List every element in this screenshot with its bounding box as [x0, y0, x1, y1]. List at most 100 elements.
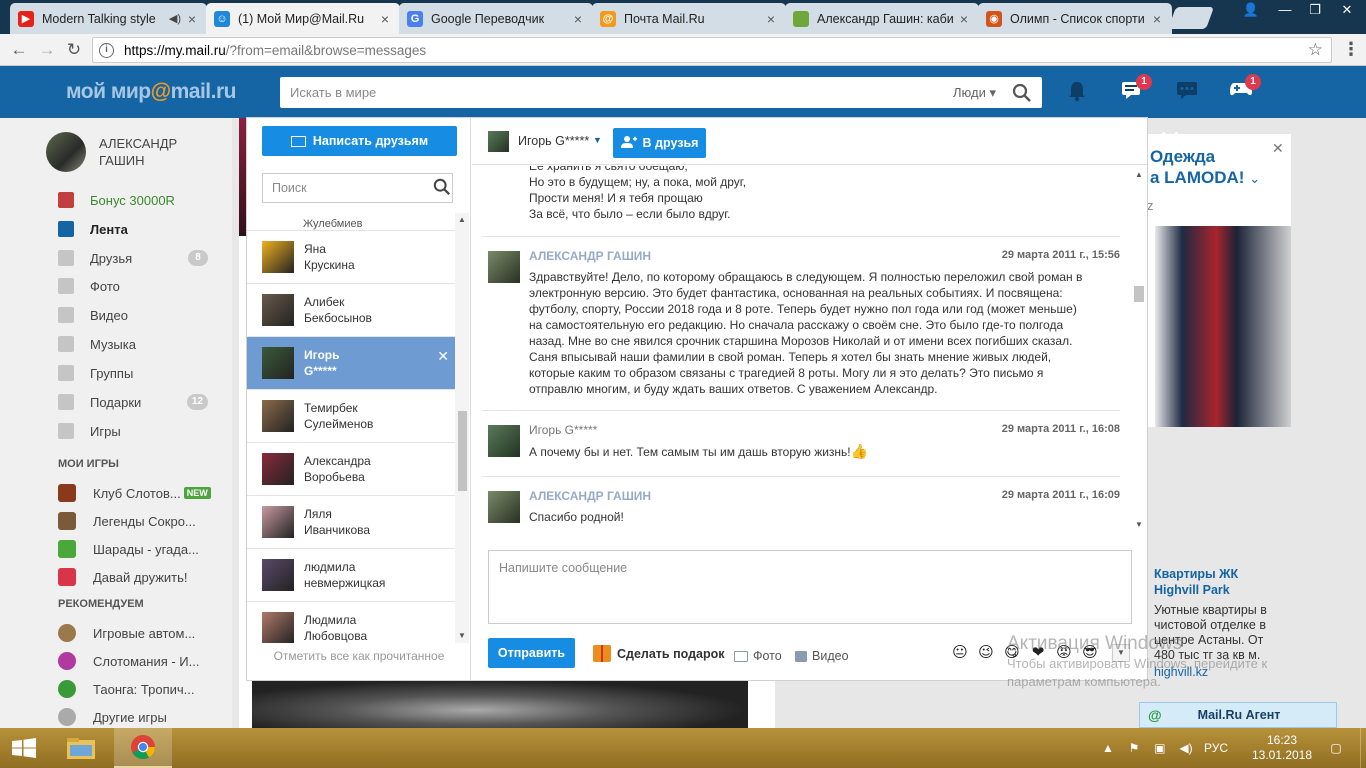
- close-icon[interactable]: ✕: [437, 348, 449, 365]
- search-scope-dropdown[interactable]: Люди ▾: [953, 85, 996, 101]
- avatar[interactable]: [488, 425, 520, 457]
- file-explorer-icon[interactable]: [52, 728, 110, 768]
- sidebar-recommended-item[interactable]: Слотомания - И...: [58, 650, 218, 672]
- flat-ad-title[interactable]: Квартиры ЖК Highvill Park: [1154, 566, 1284, 598]
- browser-tab-youtube[interactable]: ▶ Modern Talking style ◀) ×: [10, 3, 207, 34]
- avatar[interactable]: [488, 131, 509, 152]
- network-icon[interactable]: ▣: [1152, 741, 1168, 755]
- sidebar-item[interactable]: Группы: [58, 362, 208, 384]
- attach-video-button[interactable]: Видео: [795, 649, 849, 663]
- write-friends-button[interactable]: Написать друзьям: [262, 126, 457, 156]
- sidebar-item[interactable]: Игры: [58, 420, 208, 442]
- lamoda-ad[interactable]: Одежда а LAMODA! ⌄: [1147, 134, 1291, 427]
- chat-icon[interactable]: [1175, 80, 1199, 104]
- sidebar-item[interactable]: Друзья 8: [58, 247, 208, 269]
- close-window-icon[interactable]: ✕: [1332, 0, 1362, 20]
- chevron-down-icon[interactable]: ▼: [593, 135, 602, 145]
- sidebar-game-item[interactable]: Давай дружить!: [58, 566, 218, 588]
- contact-item[interactable]: Яна Крускина: [247, 231, 455, 284]
- sidebar-game-item[interactable]: Клуб Слотов... NEW: [58, 482, 218, 504]
- restore-icon[interactable]: ❐: [1300, 0, 1330, 20]
- contact-item[interactable]: людмила невмержицкая: [247, 549, 455, 602]
- sidebar-item[interactable]: Видео: [58, 304, 208, 326]
- volume-icon[interactable]: ◀): [1178, 741, 1194, 755]
- search-icon[interactable]: [433, 178, 451, 198]
- sidebar-item[interactable]: Фото: [58, 275, 208, 297]
- minimize-icon[interactable]: —: [1270, 0, 1300, 20]
- window-user-icon[interactable]: 👤: [1236, 0, 1266, 20]
- close-tab-icon[interactable]: ×: [378, 11, 392, 27]
- browser-tab-cabinet[interactable]: Александр Гашин: каби ×: [785, 3, 979, 34]
- contact-item[interactable]: Игорь G***** ✕: [247, 337, 455, 390]
- messages-icon[interactable]: 1: [1120, 74, 1152, 104]
- scrollbar-thumb[interactable]: [458, 411, 467, 491]
- browser-tab-olimp[interactable]: ◉ Олимп - Список спорти ×: [978, 3, 1172, 34]
- moimir-logo[interactable]: мой мир@mail.ru: [66, 80, 236, 104]
- contacts-scrollbar[interactable]: ▲ ▼: [455, 213, 469, 643]
- browser-tab-mail[interactable]: @ Почта Mail.Ru ×: [592, 3, 786, 34]
- sidebar-item[interactable]: Бонус 30000R: [58, 189, 208, 211]
- attach-photo-button[interactable]: Фото: [734, 649, 782, 663]
- flag-icon[interactable]: ⚑: [1126, 741, 1142, 755]
- chevron-up-icon[interactable]: ▲: [1100, 741, 1116, 755]
- contact-item[interactable]: Темирбек Сулейменов: [247, 390, 455, 443]
- contacts-search-input[interactable]: [272, 181, 433, 195]
- avatar[interactable]: [488, 251, 520, 283]
- bell-icon[interactable]: [1065, 80, 1089, 104]
- close-tab-icon[interactable]: ×: [1150, 11, 1164, 27]
- site-search-input[interactable]: [290, 85, 954, 100]
- site-info-icon[interactable]: i: [99, 42, 114, 58]
- sidebar-item[interactable]: Музыка: [58, 333, 208, 355]
- reload-icon[interactable]: ↻: [63, 39, 85, 61]
- browser-tab-moimir[interactable]: ☺ (1) Мой Мир@Mail.Ru ×: [206, 3, 400, 34]
- close-dialog-icon[interactable]: ✕: [1157, 127, 1183, 155]
- scrollbar-thumb[interactable]: [1134, 286, 1144, 302]
- scroll-up-icon[interactable]: ▲: [1132, 170, 1146, 180]
- browser-tab-translate[interactable]: G Google Переводчик ×: [399, 3, 593, 34]
- close-ad-icon[interactable]: ✕: [1272, 140, 1284, 157]
- add-friend-button[interactable]: В друзья: [613, 128, 706, 158]
- make-gift-button[interactable]: Сделать подарок: [593, 645, 725, 662]
- forward-arrow-icon[interactable]: →: [36, 39, 58, 61]
- scroll-down-icon[interactable]: ▼: [455, 631, 469, 641]
- message-input[interactable]: [499, 561, 1121, 613]
- message-author[interactable]: Игорь G*****: [529, 423, 597, 437]
- sidebar-recommended-item[interactable]: Другие игры: [58, 706, 218, 728]
- show-desktop-button[interactable]: [1360, 728, 1366, 768]
- mark-all-read-link[interactable]: Отметить все как прочитанное: [247, 649, 471, 663]
- close-tab-icon[interactable]: ×: [764, 11, 778, 27]
- contact-item[interactable]: Александра Воробьева: [247, 443, 455, 496]
- sidebar-game-item[interactable]: Шарады - угада...: [58, 538, 218, 560]
- notifications-icon[interactable]: ▢: [1328, 741, 1344, 755]
- message-author[interactable]: АЛЕКСАНДР ГАШИН: [529, 249, 651, 263]
- send-button[interactable]: Отправить: [488, 638, 575, 668]
- sidebar-game-item[interactable]: Легенды Сокро...: [58, 510, 218, 532]
- gamepad-icon[interactable]: 1: [1229, 74, 1261, 104]
- message-author[interactable]: АЛЕКСАНДР ГАШИН: [529, 489, 651, 503]
- sidebar-recommended-item[interactable]: Таонга: Тропич...: [58, 678, 218, 700]
- clock[interactable]: 16:23 13.01.2018: [1242, 733, 1322, 763]
- scroll-down-icon[interactable]: ▼: [1132, 520, 1146, 530]
- bookmark-star-icon[interactable]: ☆: [1308, 40, 1323, 60]
- thread-scrollbar[interactable]: ▲ ▼: [1132, 166, 1146, 532]
- windows-start-icon[interactable]: [10, 738, 38, 758]
- close-tab-icon[interactable]: ×: [185, 11, 199, 27]
- address-input[interactable]: i https://my.mail.ru/?from=email&browse=…: [92, 37, 1332, 63]
- close-tab-icon[interactable]: ×: [957, 11, 971, 27]
- mailru-agent-bar[interactable]: @ Mail.Ru Агент: [1139, 702, 1337, 728]
- browser-menu-icon[interactable]: ⋮: [1342, 38, 1360, 60]
- emoji-button[interactable]: 😐: [950, 643, 970, 663]
- back-arrow-icon[interactable]: ←: [8, 39, 30, 61]
- list-item[interactable]: Жулебмиев: [247, 213, 455, 231]
- speaker-icon[interactable]: ◀): [169, 12, 181, 25]
- scroll-up-icon[interactable]: ▲: [455, 215, 469, 225]
- contact-item[interactable]: Ляля Иванчикова: [247, 496, 455, 549]
- new-tab-button[interactable]: [1167, 7, 1215, 29]
- contact-item[interactable]: Алибек Бекбосынов: [247, 284, 455, 337]
- emoji-button[interactable]: 😉: [976, 643, 996, 663]
- language-indicator[interactable]: РУС: [1204, 741, 1228, 755]
- chrome-icon[interactable]: [114, 728, 172, 768]
- close-tab-icon[interactable]: ×: [571, 11, 585, 27]
- chat-contact-name[interactable]: Игорь G*****: [518, 134, 589, 148]
- contact-item[interactable]: Людмила Любовцова: [247, 602, 455, 643]
